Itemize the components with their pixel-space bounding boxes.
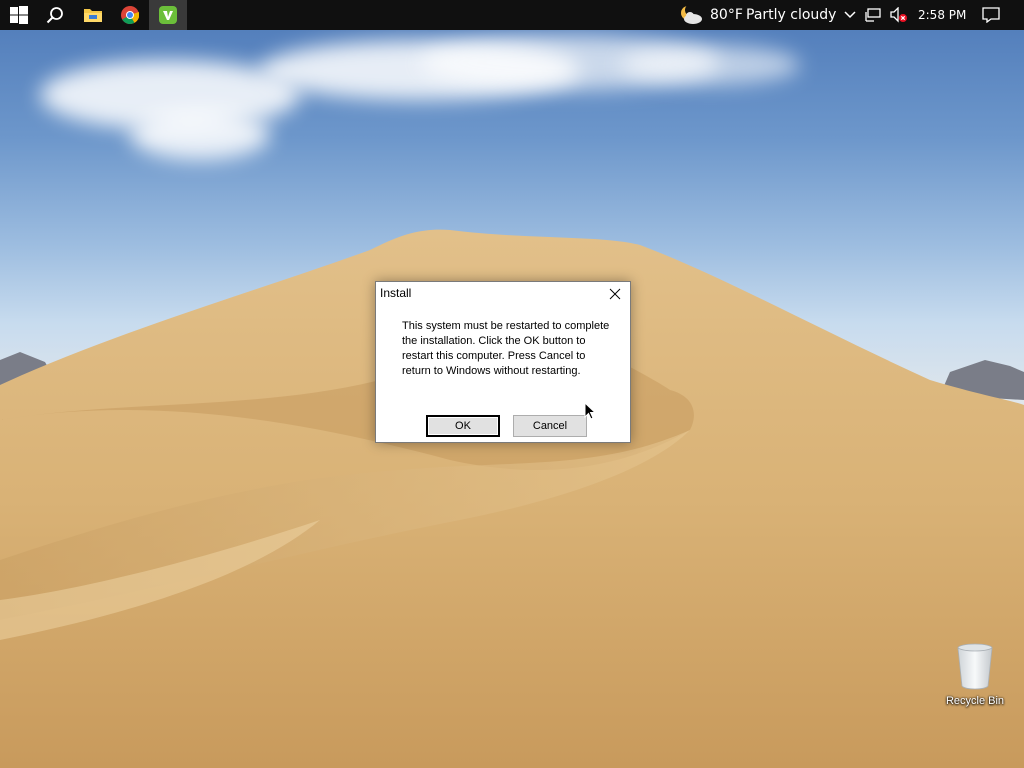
chrome-icon (121, 6, 139, 24)
weather-temperature[interactable]: 80°F (710, 0, 743, 30)
dialog-titlebar[interactable]: Install (376, 282, 630, 306)
dialog-close-button[interactable] (600, 282, 630, 306)
notification-icon (982, 7, 1000, 23)
volume-muted-icon (890, 7, 907, 23)
dialog-title: Install (380, 286, 412, 300)
folder-icon (84, 9, 102, 22)
taskbar-file-explorer[interactable] (74, 0, 112, 30)
notification-center-button[interactable] (972, 0, 1010, 30)
weather-widget[interactable] (674, 0, 708, 30)
recycle-bin-icon (957, 643, 993, 690)
dialog-body: This system must be restarted to complet… (376, 306, 630, 442)
mouse-cursor-icon (584, 402, 596, 420)
ok-button[interactable]: OK (426, 415, 500, 437)
partly-cloudy-moon-icon (681, 4, 702, 24)
search-button[interactable] (36, 0, 74, 30)
chevron-up-icon (844, 11, 856, 19)
clock[interactable]: 2:58 PM (918, 0, 966, 30)
show-hidden-icons-button[interactable] (840, 0, 860, 30)
volume-button[interactable] (886, 0, 910, 30)
desktop-icon-recycle-bin[interactable]: Recycle Bin (940, 642, 1010, 712)
close-icon (609, 288, 621, 300)
start-button[interactable] (0, 0, 38, 30)
taskbar: 80°F Partly cloudy 2:58 PM (0, 0, 1024, 30)
dialog-message: This system must be restarted to complet… (402, 320, 610, 377)
network-icon (865, 8, 881, 22)
taskbar-chrome[interactable] (111, 0, 149, 30)
weather-condition[interactable]: Partly cloudy (746, 0, 836, 30)
taskbar-installer[interactable] (149, 0, 187, 30)
installer-app-icon (159, 6, 177, 24)
network-button[interactable] (862, 0, 884, 30)
cancel-button[interactable]: Cancel (513, 415, 587, 437)
recycle-bin-label: Recycle Bin (945, 695, 1005, 707)
search-icon (46, 7, 63, 24)
windows-logo-icon (10, 6, 28, 24)
